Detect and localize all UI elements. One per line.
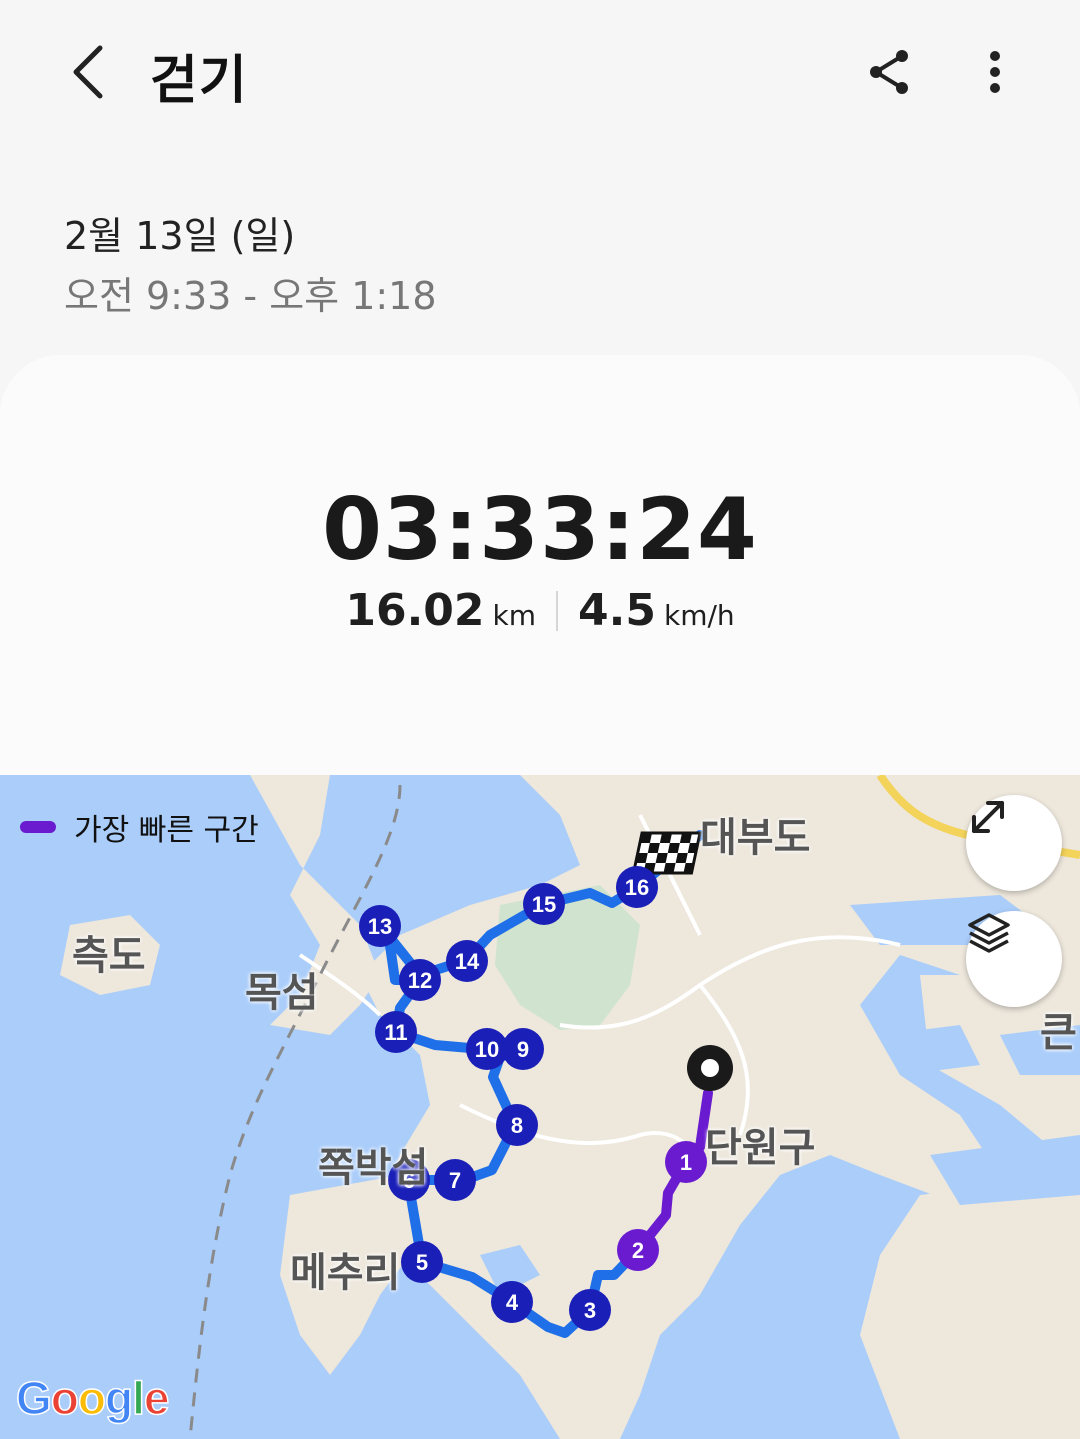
workout-date: 2월 13일 (일) <box>64 214 296 258</box>
place-label-jjokbakseom: 쪽박섬 <box>318 1145 429 1191</box>
chevron-left-icon <box>73 45 103 99</box>
route-map[interactable]: 1 2 3 4 5 6 7 8 9 10 11 12 13 14 15 16 대… <box>0 775 1080 1439</box>
map-legend: 가장 빠른 구간 <box>20 805 259 849</box>
svg-text:7: 7 <box>449 1168 461 1193</box>
svg-text:16: 16 <box>625 875 649 900</box>
route-marker-16[interactable]: 16 <box>616 866 658 908</box>
svg-text:12: 12 <box>408 968 432 993</box>
svg-text:4: 4 <box>506 1290 519 1315</box>
svg-text:2: 2 <box>632 1238 644 1263</box>
svg-text:9: 9 <box>517 1037 529 1062</box>
route-marker-7[interactable]: 7 <box>434 1159 476 1201</box>
route-marker-15[interactable]: 15 <box>523 883 565 925</box>
route-marker-2[interactable]: 2 <box>617 1229 659 1271</box>
speed-value: 4.5 <box>578 585 656 636</box>
svg-text:14: 14 <box>455 949 480 974</box>
place-label-mechuri: 메추리 <box>290 1250 401 1296</box>
distance-unit: km <box>492 599 537 632</box>
expand-map-button[interactable] <box>966 795 1062 891</box>
route-marker-4[interactable]: 4 <box>491 1281 533 1323</box>
distance-value: 16.02 <box>345 585 485 636</box>
back-button[interactable] <box>58 40 118 104</box>
top-app-bar: 걷기 <box>0 0 1080 150</box>
svg-text:1: 1 <box>680 1150 692 1175</box>
place-label-daebudo: 대부도 <box>700 815 811 861</box>
page-title: 걷기 <box>150 51 248 111</box>
svg-text:5: 5 <box>416 1250 428 1275</box>
route-marker-14[interactable]: 14 <box>446 940 488 982</box>
svg-text:15: 15 <box>532 892 556 917</box>
speed-unit: km/h <box>663 599 735 632</box>
route-marker-3[interactable]: 3 <box>569 1289 611 1331</box>
place-label-cheukdo: 측도 <box>72 933 146 979</box>
more-vertical-icon <box>990 51 1000 93</box>
google-logo: Google <box>15 1371 170 1425</box>
svg-text:3: 3 <box>584 1298 596 1323</box>
share-button[interactable] <box>860 42 920 102</box>
svg-text:11: 11 <box>384 1020 407 1045</box>
map-land <box>60 775 1080 1439</box>
duration-value: 03:33:24 <box>322 480 758 580</box>
svg-text:13: 13 <box>368 914 392 939</box>
share-icon <box>870 50 908 94</box>
map-canvas[interactable]: 1 2 3 4 5 6 7 8 9 10 11 12 13 14 15 16 <box>0 775 1080 1439</box>
workout-time-range: 오전 9:33 - 오후 1:18 <box>64 274 437 318</box>
route-marker-10[interactable]: 10 <box>466 1028 508 1070</box>
legend-label: 가장 빠른 구간 <box>74 813 259 848</box>
stats-divider <box>556 590 559 631</box>
route-marker-8[interactable]: 8 <box>496 1104 538 1146</box>
svg-text:10: 10 <box>475 1037 499 1062</box>
place-label-keun: 큰 <box>1040 1010 1077 1056</box>
map-boundary-line <box>188 784 402 1439</box>
route-marker-12[interactable]: 12 <box>399 959 441 1001</box>
route-marker-1[interactable]: 1 <box>665 1141 707 1183</box>
place-label-danwongu: 단원구 <box>705 1125 816 1171</box>
expand-icon <box>972 801 1004 833</box>
route-marker-5[interactable]: 5 <box>401 1241 443 1283</box>
legend-swatch <box>20 821 56 833</box>
place-label-mokseom: 목섬 <box>245 970 319 1016</box>
route-marker-11[interactable]: 11 <box>375 1011 417 1053</box>
layers-icon <box>968 913 1010 953</box>
route-marker-9[interactable]: 9 <box>502 1028 544 1070</box>
start-pin-icon <box>687 1045 733 1091</box>
route-marker-13[interactable]: 13 <box>359 905 401 947</box>
checkered-flag-icon <box>631 831 702 875</box>
stats-row: 16.02 km 4.5 km/h <box>0 585 1080 636</box>
more-options-button[interactable] <box>965 42 1025 102</box>
svg-text:8: 8 <box>511 1113 523 1138</box>
map-layers-button[interactable] <box>966 911 1062 1007</box>
